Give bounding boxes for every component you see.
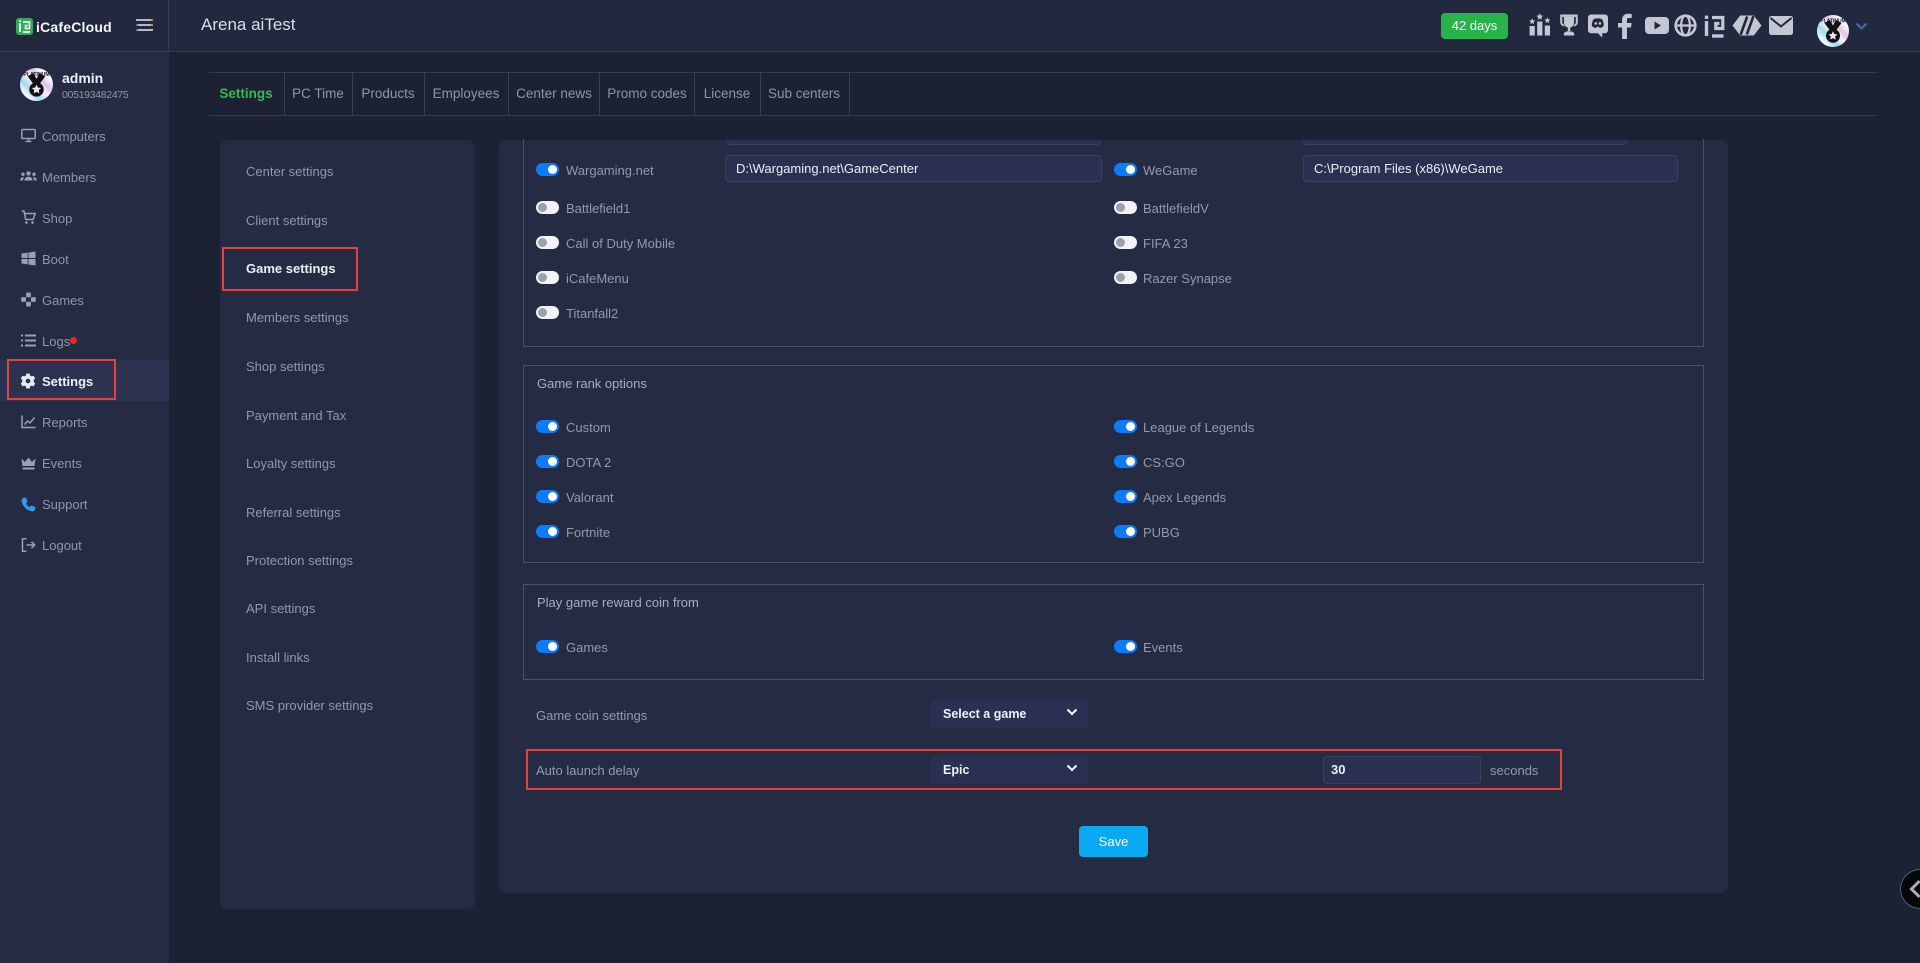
svg-text:PLATINUM: PLATINUM bbox=[23, 72, 49, 78]
svg-text:PLATINUM: PLATINUM bbox=[1820, 19, 1845, 25]
